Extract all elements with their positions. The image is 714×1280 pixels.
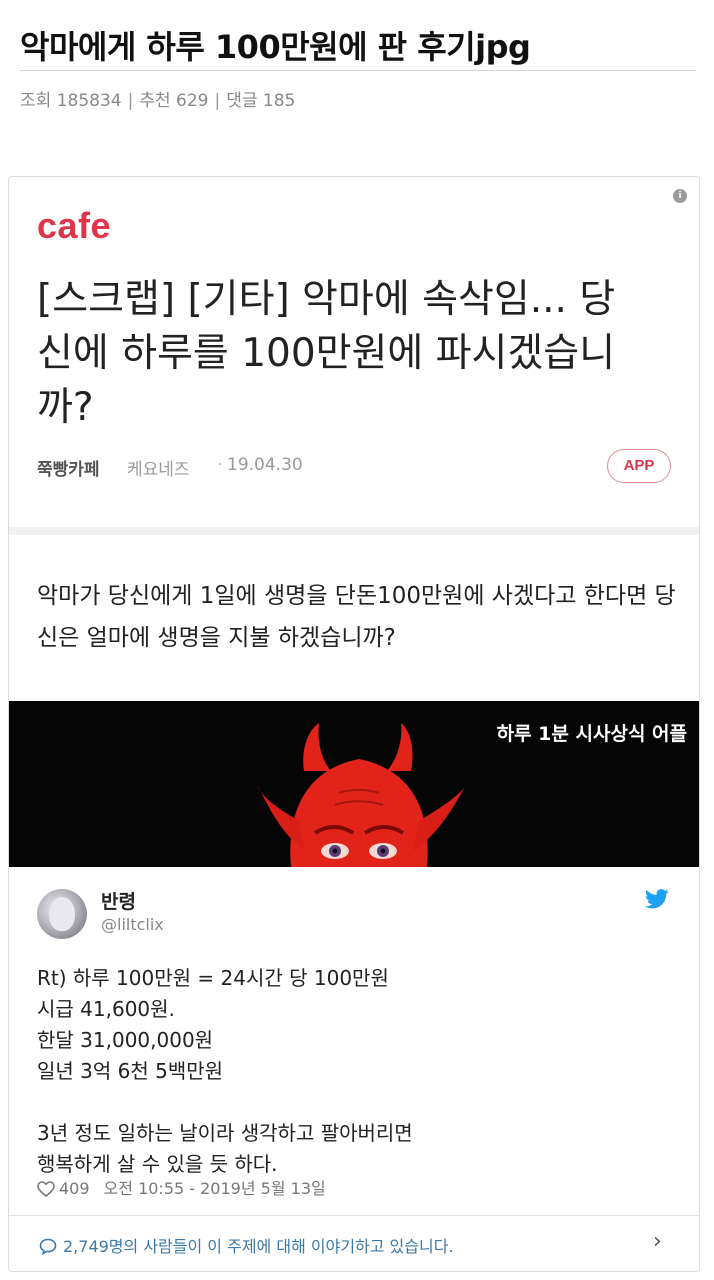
tweet-line: 일년 3억 6천 5백만원 bbox=[37, 1059, 224, 1083]
conversation-text: 2,749명의 사람들이 이 주제에 대해 이야기하고 있습니다. bbox=[63, 1237, 454, 1256]
comments-count: 185 bbox=[262, 91, 296, 111]
cafe-dot: · bbox=[217, 455, 223, 475]
chevron-right-icon[interactable]: › bbox=[653, 1229, 662, 1254]
views-count: 185834 bbox=[56, 91, 122, 111]
info-icon[interactable]: i bbox=[673, 189, 687, 203]
tweet-line: 시급 41,600원. bbox=[37, 997, 175, 1021]
cafe-logo: cafe bbox=[37, 205, 112, 246]
embedded-screenshot: cafe i [스크랩] [기타] 악마에 속삭임... 당신에 하루를 100… bbox=[8, 176, 700, 1272]
post-meta: 조회 185834 | 추천 629 | 댓글 185 bbox=[20, 86, 295, 111]
twitter-bird-icon[interactable] bbox=[645, 889, 669, 909]
tweet-line: 한달 31,000,000원 bbox=[37, 1028, 214, 1052]
cafe-author: 케요네즈 bbox=[127, 460, 190, 480]
tweet-footer: 409 오전 10:55 - 2019년 5월 13일 bbox=[37, 1175, 326, 1199]
meta-separator: | bbox=[214, 91, 221, 111]
cafe-card: cafe i [스크랩] [기타] 악마에 속삭임... 당신에 하루를 100… bbox=[9, 177, 699, 527]
cafe-source[interactable]: 쭉빵카페 bbox=[37, 455, 100, 480]
tweet-line: Rt) 하루 100만원 = 24시간 당 100만원 bbox=[37, 966, 389, 990]
devil-banner-image: 하루 1분 시사상식 어플 bbox=[9, 701, 699, 867]
avatar[interactable] bbox=[37, 889, 87, 939]
post-title: 악마에게 하루 100만원에 판 후기jpg bbox=[20, 28, 531, 66]
tweet-conversation-link[interactable]: 2,749명의 사람들이 이 주제에 대해 이야기하고 있습니다. bbox=[39, 1233, 454, 1257]
tweet-divider bbox=[9, 1215, 699, 1216]
speech-bubble-icon bbox=[39, 1238, 57, 1255]
comments-label: 댓글 bbox=[226, 91, 258, 111]
cafe-date: 19.04.30 bbox=[227, 455, 303, 475]
app-button[interactable]: APP bbox=[607, 449, 671, 483]
tweet-timestamp[interactable]: 오전 10:55 - 2019년 5월 13일 bbox=[104, 1179, 326, 1198]
recommend-count: 629 bbox=[176, 91, 209, 111]
tweet-body: Rt) 하루 100만원 = 24시간 당 100만원 시급 41,600원. … bbox=[37, 963, 657, 1180]
tweet-line: 3년 정도 일하는 날이라 생각하고 팔아버리면 bbox=[37, 1121, 413, 1145]
meta-separator: | bbox=[127, 91, 134, 111]
heart-icon[interactable] bbox=[37, 1181, 55, 1197]
recommend-label: 추천 bbox=[139, 91, 171, 111]
like-count: 409 bbox=[59, 1179, 90, 1198]
question-text: 악마가 당신에게 1일에 생명을 단돈100만원에 사겠다고 한다면 당신은 얼… bbox=[37, 583, 676, 651]
views-label: 조회 bbox=[20, 91, 52, 111]
cafe-headline[interactable]: [스크랩] [기타] 악마에 속삭임... 당신에 하루를 100만원에 파시겠… bbox=[37, 273, 637, 435]
tweet-author-handle[interactable]: @liltclix bbox=[101, 915, 164, 934]
tweet-card: 반령 @liltclix Rt) 하루 100만원 = 24시간 당 100만원… bbox=[9, 867, 699, 1271]
banner-caption: 하루 1분 시사상식 어플 bbox=[496, 723, 687, 745]
tweet-author-name[interactable]: 반령 bbox=[101, 887, 136, 914]
section-divider bbox=[9, 527, 699, 535]
title-divider bbox=[20, 70, 696, 71]
